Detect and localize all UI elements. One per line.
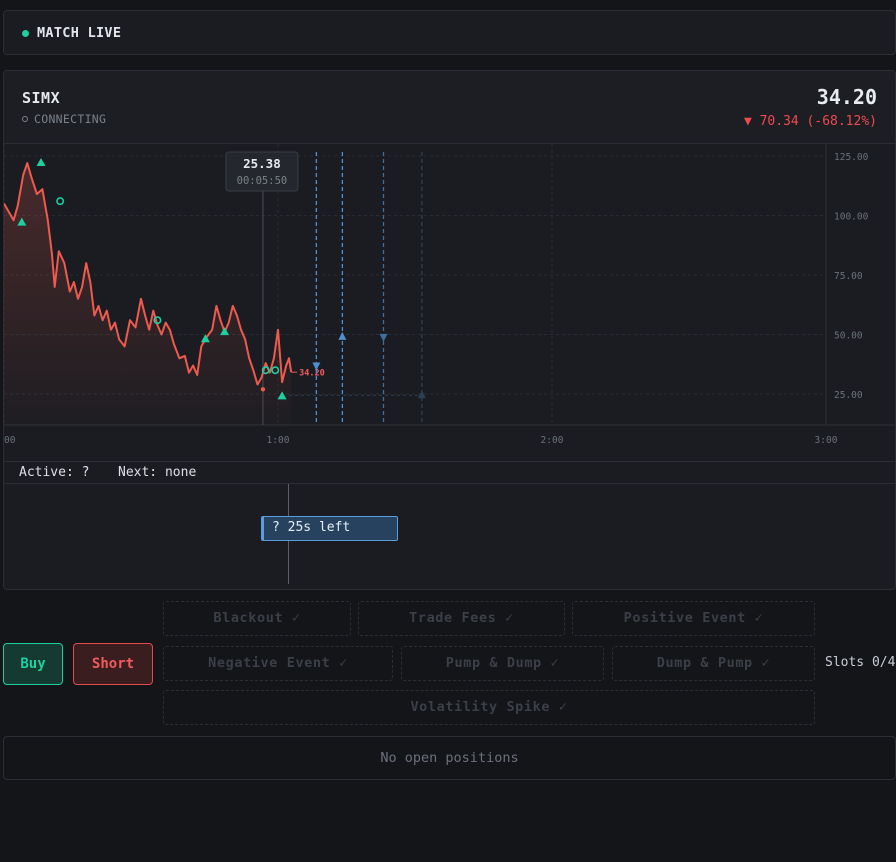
chart-header: SIMX CONNECTING 34.20 ▼ 70.34 (-68.12%) [4, 71, 895, 144]
powerup-slots-counter: Slots 0/4 [825, 655, 896, 670]
powerup-trade-fees[interactable]: Trade Fees ✓ [358, 601, 565, 636]
event-up-marker-icon [338, 331, 347, 340]
timeline-event-block[interactable]: ? 25s left [261, 516, 398, 541]
x-tick-label: 0:00 [4, 435, 16, 446]
short-button[interactable]: Short [73, 643, 153, 685]
powerup-pump-dump[interactable]: Pump & Dump ✓ [401, 646, 604, 681]
powerup-volatility-spike[interactable]: Volatility Spike ✓ [163, 690, 815, 725]
active-event-label: Active: ? [19, 465, 90, 480]
position-marker-icon [56, 197, 65, 206]
price-plot[interactable]: 125.00 100.00 75.00 50.00 25.00 0:00 1:00 2:00 3… [4, 144, 896, 461]
connection-label: CONNECTING [34, 112, 107, 126]
event-timeline: ? 25s left [4, 484, 895, 589]
event-down-marker-icon [379, 333, 388, 342]
x-tick-label: 3:00 [815, 435, 838, 446]
price-chart-svg[interactable]: 125.00 100.00 75.00 50.00 25.00 0:00 1:00 2:00 3… [4, 144, 896, 461]
next-event-label: Next: none [118, 465, 197, 480]
powerup-negative-event[interactable]: Negative Event ✓ [163, 646, 393, 681]
ticker-symbol: SIMX [22, 89, 61, 107]
powerup-dump-pump[interactable]: Dump & Pump ✓ [612, 646, 815, 681]
event-status-row: Active: ? Next: none [4, 461, 895, 484]
match-status-label: MATCH LIVE [37, 25, 122, 41]
powerup-blackout[interactable]: Blackout ✓ [163, 601, 351, 636]
last-price-label: 34.20 [299, 369, 325, 379]
price-area-fill [4, 163, 292, 425]
y-tick-label: 100.00 [834, 211, 869, 222]
hover-point-dot [260, 387, 266, 392]
x-tick-label: 2:00 [541, 435, 564, 446]
y-tick-label: 25.00 [834, 390, 863, 401]
buy-marker-icon [36, 158, 46, 167]
match-status-bar: MATCH LIVE [3, 10, 896, 55]
live-dot-icon [22, 30, 29, 37]
hover-tooltip-time: 00:05:50 [237, 175, 288, 187]
y-tick-label: 50.00 [834, 331, 863, 342]
no-positions-text: No open positions [380, 750, 519, 766]
powerup-positive-event[interactable]: Positive Event ✓ [572, 601, 815, 636]
connection-ring-icon [22, 116, 28, 122]
price-change: ▼ 70.34 (-68.12%) [743, 114, 877, 129]
price-chart-panel: SIMX CONNECTING 34.20 ▼ 70.34 (-68.12%) … [3, 70, 896, 590]
buy-button[interactable]: Buy [3, 643, 63, 685]
y-tick-label: 125.00 [834, 152, 869, 163]
connection-status: CONNECTING [22, 112, 106, 126]
x-tick-label: 1:00 [267, 435, 290, 446]
current-price: 34.20 [816, 85, 877, 109]
y-tick-label: 75.00 [834, 271, 863, 282]
hover-tooltip-value: 25.38 [243, 156, 281, 171]
open-positions-panel: No open positions [3, 736, 896, 780]
